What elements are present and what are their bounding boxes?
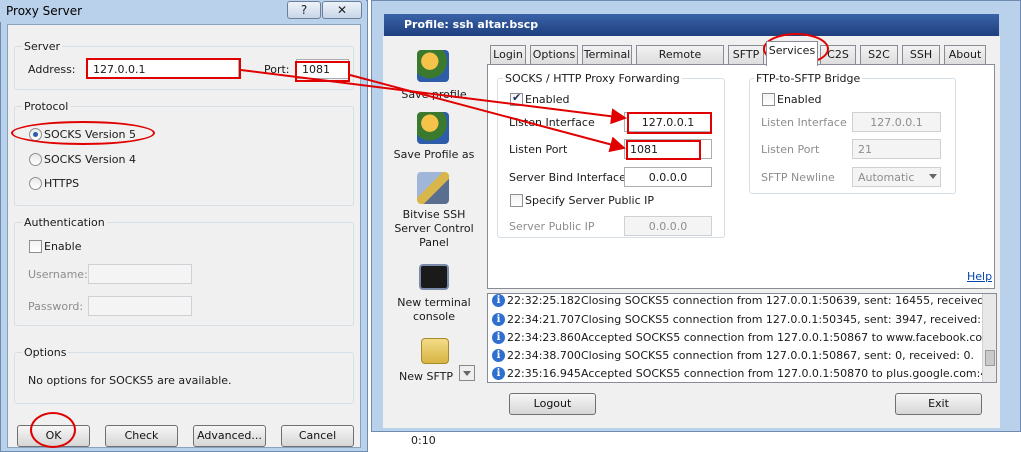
annotation-arrows	[240, 69, 627, 153]
arrow-address-to-interface	[240, 69, 627, 125]
tab-services[interactable]: Services	[766, 41, 818, 66]
arrow-port-to-listen-port	[349, 74, 626, 153]
